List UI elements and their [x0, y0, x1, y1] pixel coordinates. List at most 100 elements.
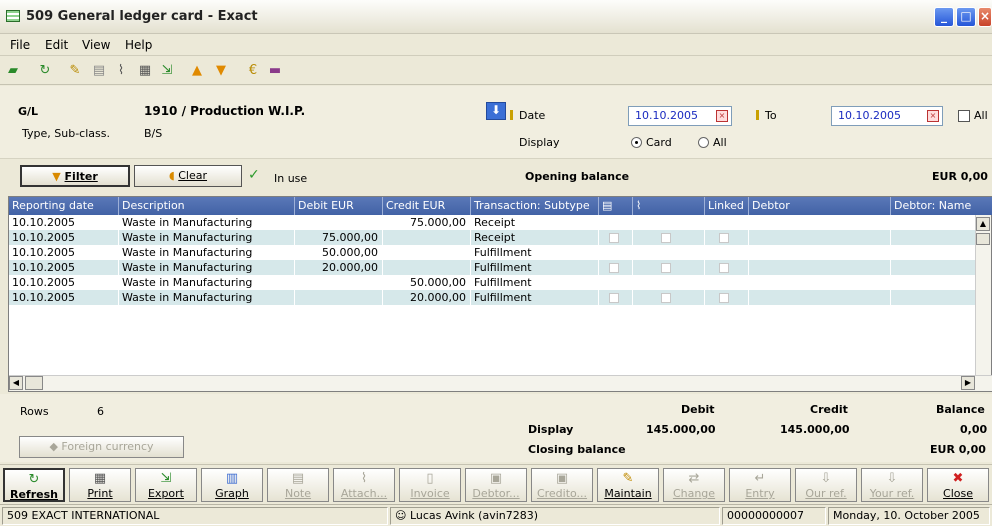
table-row[interactable]: 10.10.2005 Waste in Manufacturing 50.000,0…: [9, 275, 977, 290]
vertical-scrollbar[interactable]: ▲: [975, 215, 991, 375]
note-checkbox[interactable]: [609, 233, 619, 243]
display-label: Display: [519, 136, 560, 149]
open-folder-icon[interactable]: ▰: [4, 62, 22, 80]
date-field[interactable]: 10.10.2005 ×: [628, 106, 732, 126]
all-checkbox[interactable]: [958, 110, 970, 122]
close-window-button[interactable]: ×: [978, 7, 992, 27]
horizontal-scrollbar[interactable]: ◀ ▶: [9, 375, 992, 391]
attach-button[interactable]: ⌇ Attach...: [333, 468, 395, 502]
all-label: All: [974, 109, 988, 122]
scroll-right-icon[interactable]: ▶: [961, 376, 975, 390]
linked-checkbox[interactable]: [719, 263, 729, 273]
column-attachment[interactable]: ⌇: [633, 197, 705, 215]
column-debtor-name[interactable]: Debtor: Name: [891, 197, 992, 215]
action-label: Attach...: [340, 487, 388, 500]
display-all-radio[interactable]: [698, 137, 709, 148]
menu-edit[interactable]: Edit: [45, 38, 68, 52]
cell-debtor: [749, 275, 891, 290]
display-card-radio[interactable]: [631, 137, 642, 148]
column-debtor[interactable]: Debtor: [749, 197, 891, 215]
cell-debtor-name: [891, 290, 977, 305]
table-row[interactable]: 10.10.2005 Waste in Manufacturing 75.000,0…: [9, 215, 977, 230]
cell-linked: [705, 275, 749, 290]
action-label: Debtor...: [472, 487, 520, 500]
note-checkbox[interactable]: [609, 293, 619, 303]
our-ref-button[interactable]: ⇩ Our ref.: [795, 468, 857, 502]
note-button[interactable]: ▤ Note: [267, 468, 329, 502]
export-icon[interactable]: ⇲: [158, 62, 176, 80]
invoice-button[interactable]: ▯ Invoice: [399, 468, 461, 502]
filter-button[interactable]: ▼ Filter: [20, 165, 130, 187]
column-linked[interactable]: Linked: [705, 197, 749, 215]
attachment-checkbox[interactable]: [661, 293, 671, 303]
cell-attachment: [633, 215, 705, 230]
credito-button[interactable]: ▣ Credito...: [531, 468, 593, 502]
maintain-button[interactable]: ✎ Maintain: [597, 468, 659, 502]
table-row[interactable]: 10.10.2005 Waste in Manufacturing 20.000,0…: [9, 260, 977, 275]
clear-button[interactable]: ◖ Clear: [134, 165, 242, 187]
maximize-button[interactable]: □: [956, 7, 976, 27]
type-label: Type, Sub-class.: [22, 127, 110, 140]
graph-button[interactable]: ▥ Graph: [201, 468, 263, 502]
column-transaction-subtype[interactable]: Transaction: Subtype: [471, 197, 599, 215]
foreign-currency-button[interactable]: ◆ Foreign currency: [19, 436, 184, 458]
arrow-up-icon[interactable]: ▲: [188, 62, 206, 80]
display-debit-value: 145.000,00: [646, 423, 716, 436]
currency-icon[interactable]: €: [244, 62, 262, 80]
change-button[interactable]: ⇄ Change: [663, 468, 725, 502]
refresh-icon[interactable]: ↻: [36, 62, 54, 80]
download-arrow-icon[interactable]: ⬇: [486, 102, 506, 120]
linked-checkbox[interactable]: [719, 233, 729, 243]
menu-view[interactable]: View: [82, 38, 110, 52]
menu-file[interactable]: File: [10, 38, 30, 52]
cell-debit: [295, 290, 383, 305]
print-button[interactable]: ▦ Print: [69, 468, 131, 502]
entry-icon: ↵: [754, 471, 766, 486]
column-reporting-date[interactable]: Reporting date: [9, 197, 119, 215]
your-ref-button[interactable]: ⇩ Your ref.: [861, 468, 923, 502]
clear-button-label: Clear: [178, 169, 208, 182]
printer-icon[interactable]: ▦: [136, 62, 154, 80]
attachment-checkbox[interactable]: [661, 263, 671, 273]
minimize-button[interactable]: _: [934, 7, 954, 27]
transactions-grid[interactable]: Reporting date Description Debit EUR Cre…: [8, 196, 992, 392]
toolbar: ▰ ↻ ✎ ▤ ⌇ ▦ ⇲ ▲ ▼ € ▬: [0, 57, 992, 85]
scroll-up-icon[interactable]: ▲: [976, 217, 990, 231]
date-clear-icon[interactable]: ×: [716, 110, 728, 122]
table-row[interactable]: 10.10.2005 Waste in Manufacturing 75.000,0…: [9, 230, 977, 245]
cell-debit: [295, 215, 383, 230]
attachment-checkbox[interactable]: [661, 233, 671, 243]
entry-button[interactable]: ↵ Entry: [729, 468, 791, 502]
column-note[interactable]: ▤: [599, 197, 633, 215]
display-credit-value: 145.000,00: [780, 423, 850, 436]
debtor-button[interactable]: ▣ Debtor...: [465, 468, 527, 502]
menu-help[interactable]: Help: [125, 38, 152, 52]
horizontal-scroll-thumb[interactable]: [25, 376, 43, 390]
table-row[interactable]: 10.10.2005 Waste in Manufacturing 20.000,0…: [9, 290, 977, 305]
note-checkbox[interactable]: [609, 263, 619, 273]
date-label: Date: [519, 109, 546, 122]
export-button[interactable]: ⇲ Export: [135, 468, 197, 502]
cell-debit: 75.000,00: [295, 230, 383, 245]
to-date-field[interactable]: 10.10.2005 ×: [831, 106, 943, 126]
refresh-button[interactable]: ↻ Refresh: [3, 468, 65, 502]
to-date-clear-icon[interactable]: ×: [927, 110, 939, 122]
linked-checkbox[interactable]: [719, 293, 729, 303]
column-description[interactable]: Description: [119, 197, 295, 215]
table-row[interactable]: 10.10.2005 Waste in Manufacturing 50.000,0…: [9, 245, 977, 260]
close-button[interactable]: ✖ Close: [927, 468, 989, 502]
pencil-icon[interactable]: ✎: [66, 62, 84, 80]
cell-debit: [295, 275, 383, 290]
note-icon[interactable]: ▤: [90, 62, 108, 80]
gl-value: 1910 / Production W.I.P.: [144, 104, 306, 118]
paperclip-icon[interactable]: ⌇: [112, 62, 130, 80]
book-icon[interactable]: ▬: [266, 62, 284, 80]
type-value: B/S: [144, 127, 163, 140]
scroll-left-icon[interactable]: ◀: [9, 376, 23, 390]
invoice-icon: ▯: [426, 471, 434, 486]
column-credit[interactable]: Credit EUR: [383, 197, 471, 215]
app-icon: [6, 10, 20, 22]
scroll-thumb[interactable]: [976, 233, 990, 245]
column-debit[interactable]: Debit EUR: [295, 197, 383, 215]
arrow-down-icon[interactable]: ▼: [212, 62, 230, 80]
